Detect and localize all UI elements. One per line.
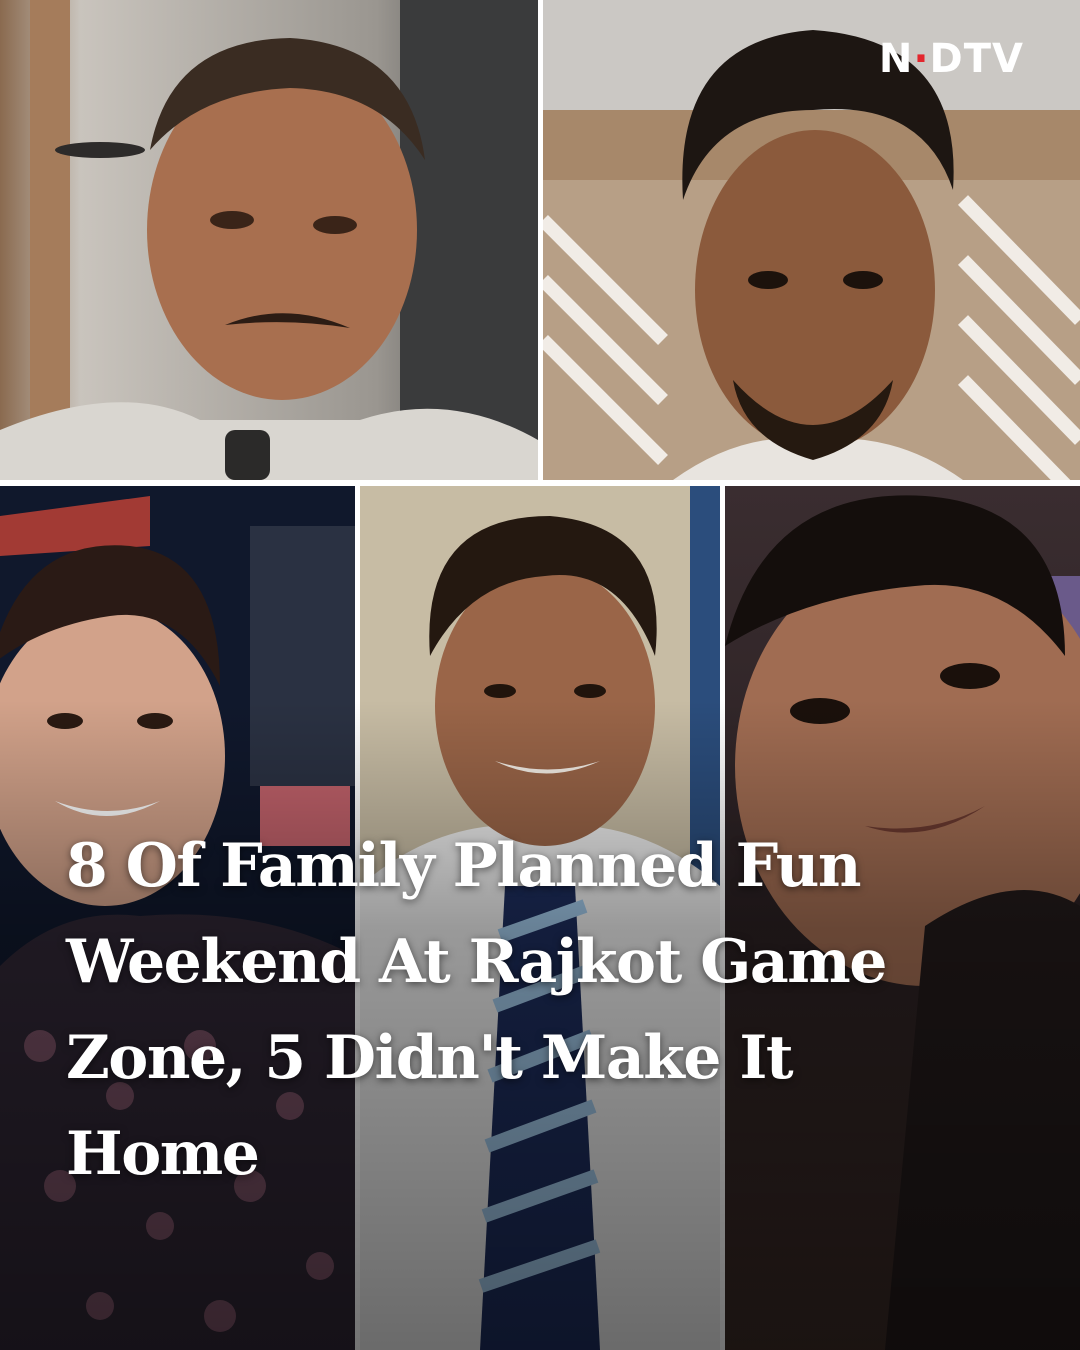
logo-accent-mark: · bbox=[913, 36, 930, 82]
ndtv-logo: N·DTV bbox=[879, 36, 1024, 82]
logo-n: N bbox=[878, 36, 914, 82]
photo-man-moustache bbox=[0, 0, 538, 480]
news-card: N·DTV 8 Of Family Planned Fun Weekend At… bbox=[0, 0, 1080, 1350]
headline: 8 Of Family Planned Fun Weekend At Rajko… bbox=[66, 831, 887, 1189]
logo-dtv: DTV bbox=[929, 36, 1024, 82]
